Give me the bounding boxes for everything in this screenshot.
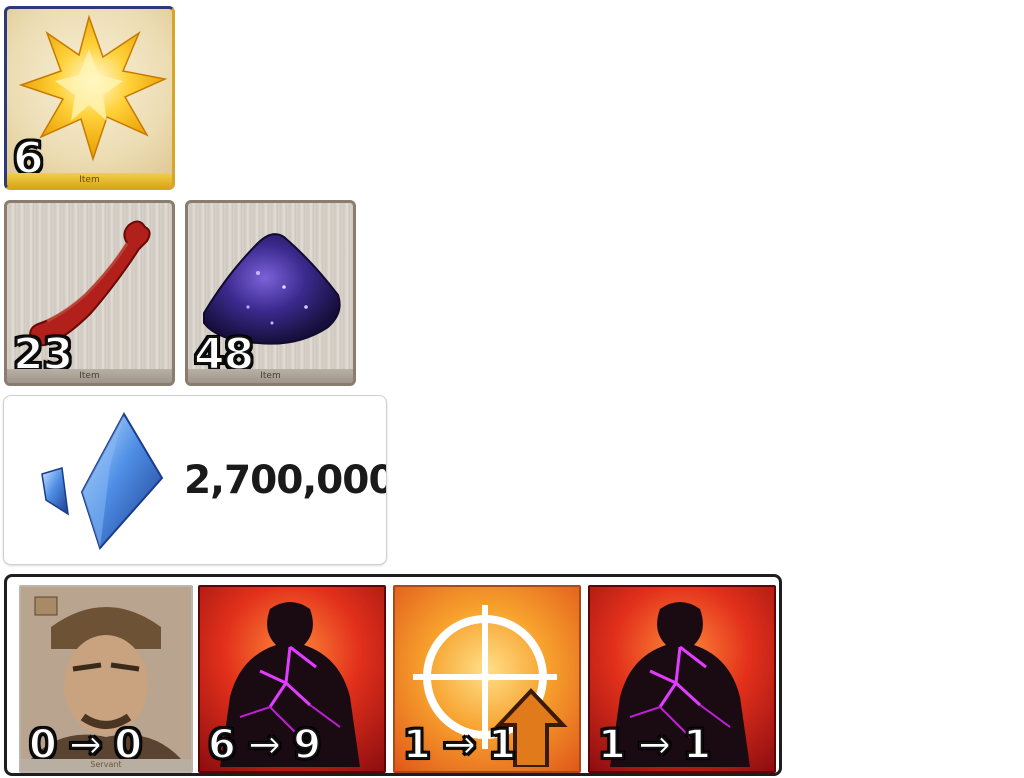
qp-cost-card: 2,700,000 bbox=[3, 395, 387, 565]
skill-buff-icon-2[interactable]: 1 → 1 bbox=[588, 585, 776, 773]
skill-buff-icon-1[interactable]: 6 → 9 bbox=[198, 585, 386, 773]
skill-level-change: 6 → 9 bbox=[207, 722, 322, 768]
item-tag: Item bbox=[188, 369, 353, 383]
servant-portrait[interactable]: 0 → 0 Servant bbox=[19, 585, 193, 773]
golden-star-item-card[interactable]: 6 Item bbox=[4, 6, 175, 190]
skill-level-panel: 0 → 0 Servant 6 → 9 1 → 1 1 → 1 bbox=[4, 574, 782, 776]
purple-dust-item-card[interactable]: 48 Item bbox=[185, 200, 356, 386]
item-tag: Item bbox=[7, 369, 172, 383]
qp-amount: 2,700,000 bbox=[184, 458, 387, 503]
skill-level-change: 1 → 1 bbox=[402, 722, 517, 768]
red-bone-item-card[interactable]: 23 Item bbox=[4, 200, 175, 386]
qp-crystal-icon bbox=[41, 411, 164, 550]
skill-level-change: 1 → 1 bbox=[597, 722, 712, 768]
servant-tag: Servant bbox=[21, 759, 191, 771]
skill-target-icon[interactable]: 1 → 1 bbox=[393, 585, 581, 773]
item-tag: Item bbox=[7, 173, 172, 187]
